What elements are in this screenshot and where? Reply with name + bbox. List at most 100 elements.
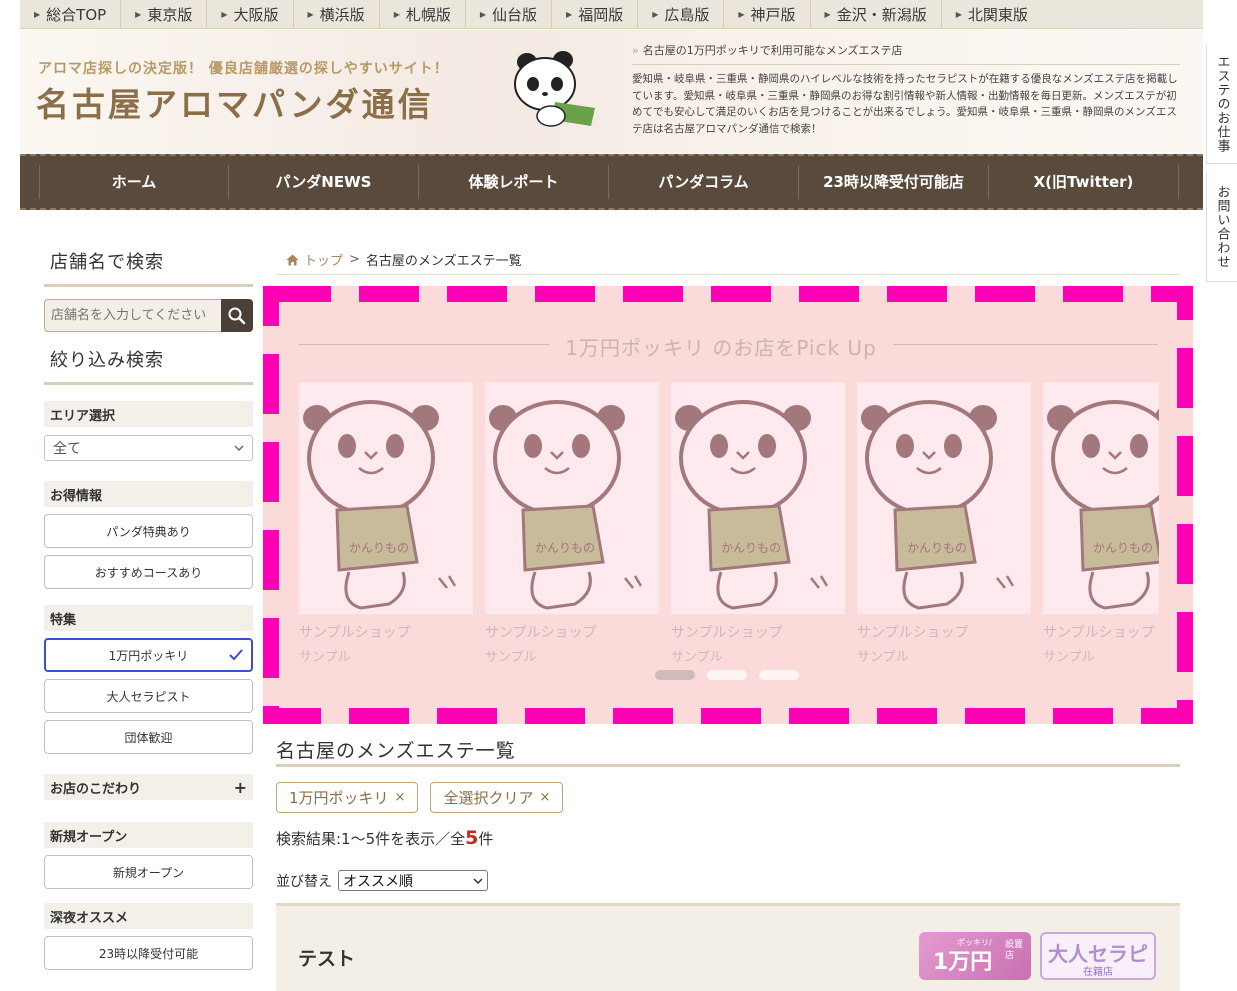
search-heading: 店舗名で検索 — [44, 240, 253, 287]
carousel-dot-3[interactable] — [759, 670, 799, 680]
filter-10000-yen[interactable]: 1万円ポッキリ — [44, 638, 253, 672]
header-description: 愛知県・岐阜県・三重県・静岡県のハイレベルな技術を持ったセラピストが在籍する優良… — [632, 73, 1178, 135]
nav-item-twitter[interactable]: X(旧Twitter) — [989, 165, 1179, 199]
triangle-right-icon: ▶ — [824, 9, 831, 19]
shop-name[interactable]: テスト — [298, 944, 355, 971]
sort-label: 並び替え — [276, 873, 332, 890]
breadcrumb-home[interactable]: トップ — [304, 250, 343, 269]
triangle-right-icon: ▶ — [135, 9, 142, 19]
panda-placeholder-image: かんりもの — [857, 382, 1031, 614]
close-icon: × — [394, 790, 406, 805]
pickup-card-track: かんりもの サンプルショップ サンプル かんりもの サンプルショップ サンプル … — [299, 382, 1159, 662]
breadcrumb-current: 名古屋のメンズエステ一覧 — [365, 254, 522, 269]
triangle-right-icon: ▶ — [307, 9, 314, 19]
nav-item-report[interactable]: 体験レポート — [419, 165, 609, 199]
panda-placeholder-image: かんりもの — [1043, 382, 1159, 614]
close-icon: × — [539, 790, 551, 805]
pickup-shop-sub: サンプル — [299, 650, 351, 662]
search-button[interactable] — [221, 299, 253, 332]
city-link-9[interactable]: ▶ 金沢・新潟版 — [811, 0, 942, 29]
feature-label: 特集 — [44, 605, 253, 631]
city-link-8[interactable]: ▶ 神戸版 — [724, 0, 811, 29]
pickup-shop-name: サンプルショップ — [299, 625, 411, 641]
breadcrumb-separator: > — [349, 252, 360, 267]
nav-item-home[interactable]: ホーム — [39, 165, 229, 199]
carousel-pagination — [655, 670, 799, 680]
pickup-shop-sub: サンプル — [485, 650, 537, 662]
breadcrumb: トップ > 名古屋のメンズエステ一覧 — [286, 250, 522, 269]
pickup-card[interactable]: かんりもの サンプルショップ サンプル — [857, 382, 1031, 662]
list-title: 名古屋のメンズエステ一覧 — [276, 740, 516, 762]
new-open-label: 新規オープン — [44, 822, 253, 848]
pickup-card[interactable]: かんりもの サンプルショップ サンプル — [299, 382, 473, 662]
filter-mature-therapist[interactable]: 大人セラピスト — [44, 679, 253, 713]
kodawari-toggle[interactable]: お店のこだわり + — [44, 774, 253, 800]
city-link-4[interactable]: ▶ 札幌版 — [380, 0, 466, 29]
pickup-shop-name: サンプルショップ — [1043, 625, 1155, 641]
site-header: アロマ店探しの決定版！ 優良店舗厳選の探しやすいサイト！ 名古屋アロマパンダ通信… — [20, 30, 1203, 153]
area-section: エリア選択 全て — [44, 401, 253, 461]
feature-section: 特集 1万円ポッキリ 大人セラピスト 団体歓迎 — [44, 605, 253, 754]
filter-recommended-course[interactable]: おすすめコースあり — [44, 555, 253, 589]
panda-placeholder-image: かんりもの — [485, 382, 659, 614]
store-search-input[interactable] — [44, 299, 221, 332]
svg-text:かんりもの: かんりもの — [535, 541, 595, 555]
side-tab-job[interactable]: エステのお仕事 — [1206, 44, 1237, 164]
sort-control: 並び替え オススメ順 — [276, 870, 488, 891]
new-open-section: 新規オープン 新規オープン — [44, 822, 253, 889]
badge-10000-yen: ポッキリ/ 1万円 設置店 — [919, 932, 1031, 980]
pickup-card[interactable]: かんりもの サンプルショップ サンプル — [485, 382, 659, 662]
store-search — [44, 299, 253, 332]
city-link-7[interactable]: ▶ 広島版 — [638, 0, 725, 29]
svg-text:かんりもの: かんりもの — [721, 541, 781, 555]
chevron-down-icon — [473, 877, 483, 884]
deals-section: お得情報 パンダ特典あり おすすめコースあり — [44, 481, 253, 589]
search-icon — [228, 307, 246, 324]
filter-new-open[interactable]: 新規オープン — [44, 855, 253, 889]
deals-label: お得情報 — [44, 481, 253, 507]
nav-item-late-night[interactable]: 23時以降受付可能店 — [799, 165, 989, 199]
sort-select[interactable]: オススメ順 — [338, 870, 488, 891]
city-link-1[interactable]: ▶ 東京版 — [121, 0, 208, 29]
city-link-2[interactable]: ▶ 大阪版 — [207, 0, 294, 29]
list-title-divider — [276, 764, 1180, 767]
svg-text:かんりもの: かんりもの — [349, 541, 409, 555]
city-link-6[interactable]: ▶ 福岡版 — [552, 0, 639, 29]
pickup-shop-name: サンプルショップ — [671, 625, 783, 641]
pickup-card[interactable]: かんりもの サンプルショップ サンプル — [671, 382, 845, 662]
active-filters: 1万円ポッキリ × 全選択クリア × — [276, 782, 564, 813]
svg-text:かんりもの: かんりもの — [907, 541, 967, 555]
city-link-10[interactable]: ▶ 北関東版 — [942, 0, 1042, 29]
nav-item-column[interactable]: パンダコラム — [609, 165, 799, 199]
filter-panda-benefit[interactable]: パンダ特典あり — [44, 514, 253, 548]
main-nav: ホーム パンダNEWS 体験レポート パンダコラム 23時以降受付可能店 X(旧… — [20, 154, 1203, 210]
city-link-5[interactable]: ▶ 仙台版 — [466, 0, 553, 29]
city-link-3[interactable]: ▶ 横浜版 — [294, 0, 380, 29]
panda-mascot-icon — [514, 51, 595, 127]
badge-mature-therapist: 大人セラピ 在籍店 — [1040, 932, 1156, 980]
filter-group-welcome[interactable]: 団体歓迎 — [44, 720, 253, 754]
carousel-dot-2[interactable] — [707, 670, 747, 680]
breadcrumb-divider — [276, 274, 1180, 275]
header-lead: » 名古屋の1万円ポッキリで利用可能なメンズエステ店 — [632, 42, 1180, 65]
triangle-right-icon: ▶ — [479, 9, 487, 19]
triangle-right-icon: ▶ — [566, 9, 573, 19]
city-link-0[interactable]: ▶ 総合TOP — [20, 0, 122, 29]
carousel-dot-1[interactable] — [655, 670, 695, 680]
shop-card[interactable]: テスト ポッキリ/ 1万円 設置店 大人セラピ 在籍店 — [276, 903, 1180, 991]
area-select[interactable]: 全て — [44, 435, 253, 461]
triangle-right-icon: ▶ — [955, 9, 962, 19]
pickup-carousel: 1万円ポッキリ のお店をPick Up かんりもの サンプルショップ サンプル — [263, 286, 1193, 724]
triangle-right-icon: ▶ — [738, 9, 745, 19]
nav-item-news[interactable]: パンダNEWS — [229, 165, 419, 199]
side-tab-contact[interactable]: お問い合わせ — [1206, 172, 1237, 282]
plus-icon: + — [233, 777, 247, 797]
triangle-right-icon: ▶ — [652, 9, 659, 19]
site-title[interactable]: 名古屋アロマパンダ通信 — [36, 78, 434, 126]
filter-chip-10000-yen[interactable]: 1万円ポッキリ × — [276, 782, 419, 813]
pickup-shop-name: サンプルショップ — [485, 625, 597, 641]
sidebar: 店舗名で検索 絞り込み検索 エリア選択 全て お得情報 パンダ特典あり おすすめ… — [44, 240, 253, 970]
filter-late-night[interactable]: 23時以降受付可能 — [44, 936, 253, 970]
pickup-card[interactable]: かんりもの サンプルショップ サンプル — [1043, 382, 1159, 662]
filter-chip-clear-all[interactable]: 全選択クリア × — [430, 782, 564, 813]
